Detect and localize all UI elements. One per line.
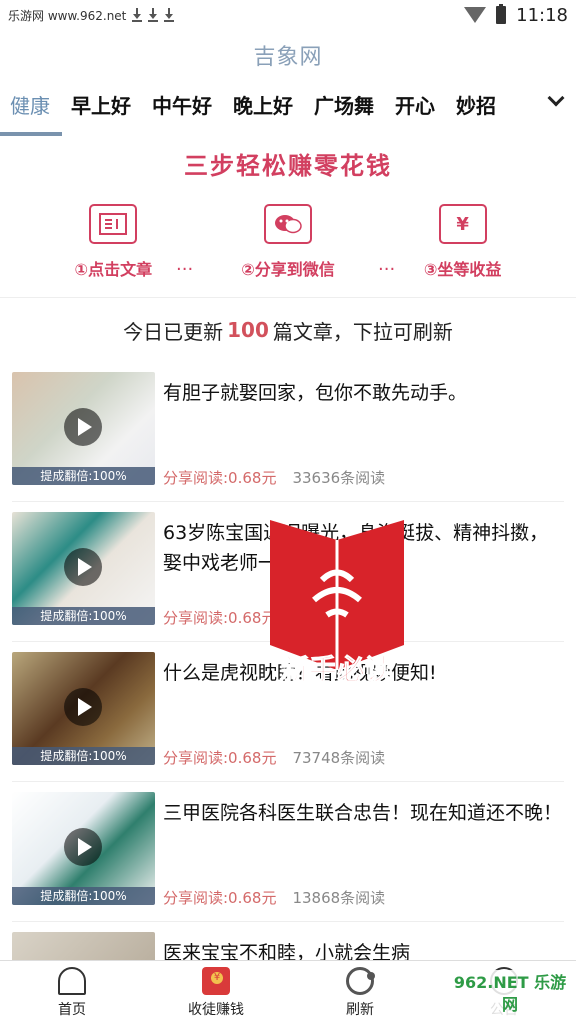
tab-square-dance[interactable]: 广场舞 (314, 84, 374, 125)
promo-banner[interactable]: 三步轻松赚零花钱 ①点击文章 ②分享到微信 ¥ ③坐等收益 ··· ··· (0, 128, 576, 298)
step-share: ②分享到微信 (218, 204, 358, 280)
commission-badge: 提成翻倍:100% (12, 467, 155, 485)
nav-label: 首页 (58, 1001, 86, 1018)
update-count: 100 (227, 318, 269, 342)
download-icon (164, 8, 175, 22)
category-tabs: 健康 早上好 中午好 晚上好 广场舞 开心 妙招 (0, 80, 576, 136)
wechat-icon (263, 204, 312, 244)
tab-tips[interactable]: 妙招 (456, 84, 496, 125)
home-icon (58, 966, 86, 995)
share-earning: 分享阅读:0.68元 (163, 749, 277, 767)
play-icon[interactable] (64, 548, 102, 586)
video-thumbnail[interactable]: 提成翻倍:100% (12, 512, 155, 625)
article-content: 63岁陈宝国近况曝光，身姿挺拔、精神抖擞，娶中戏老师一生幸福！ 分享阅读:0.6… (163, 512, 562, 632)
update-notice: 今日已更新 100 篇文章，下拉可刷新 (0, 298, 576, 362)
play-icon[interactable] (64, 408, 102, 446)
wifi-icon (464, 7, 487, 23)
tab-morning[interactable]: 早上好 (71, 84, 131, 125)
nav-label: 刷新 (346, 1001, 374, 1018)
step-click: ①点击文章 (43, 204, 183, 280)
read-count: 33636条阅读 (292, 469, 386, 487)
step-label: ①点击文章 (74, 260, 153, 279)
article-content: 三甲医院各科医生联合忠告！现在知道还不晚！ 分享阅读:0.68元 13868条阅… (163, 792, 562, 912)
video-thumbnail[interactable]: 提成翻倍:100% (12, 372, 155, 485)
battery-icon (496, 4, 507, 24)
list-item[interactable]: 提成翻倍:100% 有胆子就娶回家，包你不敢先动手。 分享阅读:0.68元 33… (0, 362, 576, 502)
share-earning: 分享阅读:0.68元 (163, 469, 277, 487)
read-count: 13868条阅读 (292, 889, 386, 907)
download-icon (148, 8, 159, 22)
tab-noon[interactable]: 中午好 (152, 84, 212, 125)
refresh-icon (346, 966, 375, 995)
nav-home[interactable]: 首页 (17, 966, 127, 1019)
chevron-down-icon[interactable] (548, 92, 562, 106)
watermark-text: 962.NET 乐游网 (450, 970, 570, 1018)
status-left: 乐游网 www.962.net (8, 7, 175, 24)
step-label: ②分享到微信 (241, 260, 335, 279)
video-thumbnail[interactable]: 提成翻倍:100% (12, 792, 155, 905)
step-earn: ¥ ③坐等收益 (393, 204, 533, 280)
article-title[interactable]: 63岁陈宝国近况曝光，身姿挺拔、精神抖擞，娶中戏老师一生幸福！ (163, 518, 562, 578)
status-bar: 乐游网 www.962.net 11:18 (0, 0, 576, 30)
video-thumbnail[interactable]: 提成翻倍:100% (12, 652, 155, 765)
tab-evening[interactable]: 晚上好 (233, 84, 293, 125)
red-packet-icon (202, 966, 230, 995)
clock: 11:18 (516, 4, 568, 26)
article-meta: 分享阅读:0.68元 13868条阅读 (163, 887, 562, 908)
commission-badge: 提成翻倍:100% (12, 887, 155, 905)
commission-badge: 提成翻倍:100% (12, 607, 155, 625)
step-separator: ··· (378, 259, 396, 280)
article-title[interactable]: 什么是虎视眈眈？看此视频便知! (163, 658, 562, 688)
article-icon (89, 204, 138, 244)
list-item[interactable]: 提成翻倍:100% 什么是虎视眈眈？看此视频便知! 分享阅读:0.68元 737… (0, 642, 576, 782)
share-earning: 分享阅读:0.68元 (163, 889, 277, 907)
article-meta: 分享阅读:0.68元 33636条阅读 (163, 467, 562, 488)
list-item[interactable]: 提成翻倍:100% 63岁陈宝国近况曝光，身姿挺拔、精神抖擞，娶中戏老师一生幸福… (0, 502, 576, 642)
article-content: 什么是虎视眈眈？看此视频便知! 分享阅读:0.68元 73748条阅读 (163, 652, 562, 772)
promo-steps: ①点击文章 ②分享到微信 ¥ ③坐等收益 (0, 204, 576, 280)
read-count: 条阅读 (292, 609, 338, 627)
yen-icon: ¥ (438, 204, 487, 244)
tab-happy[interactable]: 开心 (395, 84, 435, 125)
update-suffix: 篇文章，下拉可刷新 (272, 319, 453, 344)
update-prefix: 今日已更新 (123, 319, 224, 344)
article-title[interactable]: 三甲医院各科医生联合忠告！现在知道还不晚！ (163, 798, 562, 828)
play-icon[interactable] (64, 828, 102, 866)
nav-label: 收徒赚钱 (188, 1001, 244, 1018)
site-watermark: 962.NET 乐游网 (450, 970, 570, 1018)
promo-title: 三步轻松赚零花钱 (184, 152, 392, 180)
article-title[interactable]: 有胆子就娶回家，包你不敢先动手。 (163, 378, 562, 408)
share-earning: 分享阅读:0.68元 (163, 609, 277, 627)
status-right: 11:18 (464, 4, 568, 26)
download-icon (132, 8, 143, 22)
app-title: 吉象网 (253, 45, 323, 70)
read-count: 73748条阅读 (292, 749, 386, 767)
source-text: 乐游网 www.962.net (8, 8, 127, 23)
list-item[interactable]: 提成翻倍:100% 三甲医院各科医生联合忠告！现在知道还不晚！ 分享阅读:0.6… (0, 782, 576, 922)
nav-refresh[interactable]: 刷新 (305, 966, 415, 1019)
nav-recruit[interactable]: 收徒赚钱 (161, 966, 271, 1019)
tab-health[interactable]: 健康 (0, 84, 62, 136)
play-icon[interactable] (64, 688, 102, 726)
step-label: ③坐等收益 (423, 260, 502, 279)
article-content: 有胆子就娶回家，包你不敢先动手。 分享阅读:0.68元 33636条阅读 (163, 372, 562, 492)
article-meta: 分享阅读:0.68元 73748条阅读 (163, 747, 562, 768)
article-meta: 分享阅读:0.68元 条阅读 (163, 607, 562, 628)
step-separator: ··· (176, 259, 194, 280)
commission-badge: 提成翻倍:100% (12, 747, 155, 765)
